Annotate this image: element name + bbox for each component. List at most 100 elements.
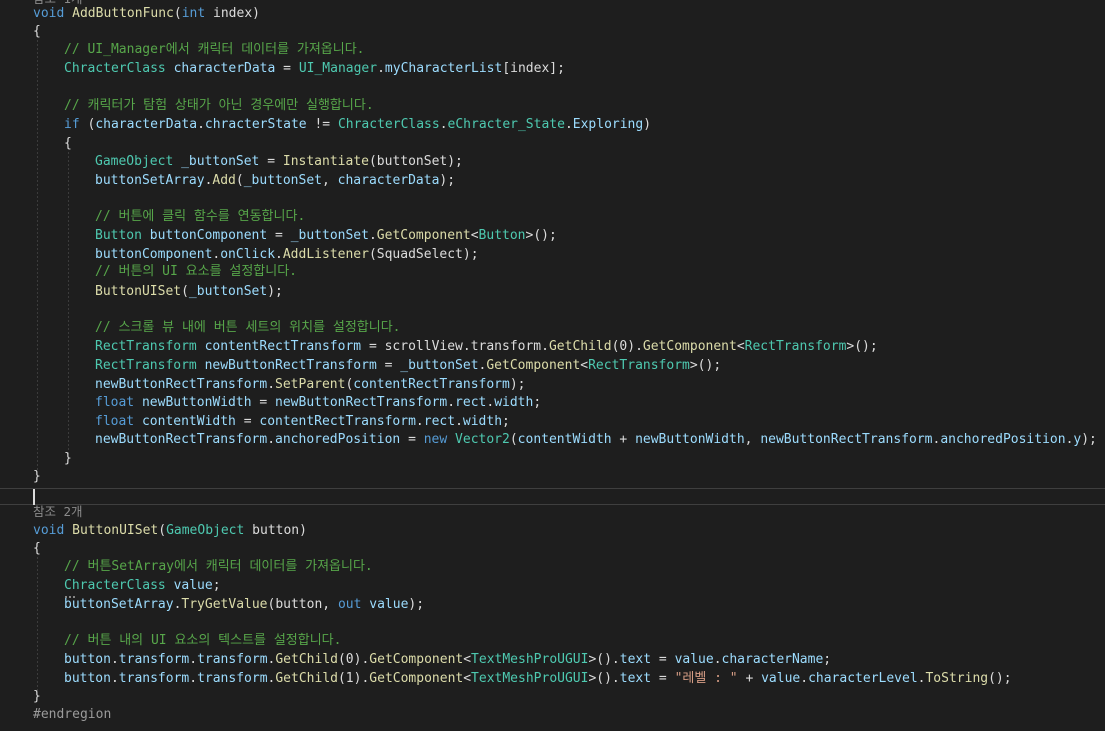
punctuation-token: >().: [588, 671, 620, 686]
code-line[interactable]: {: [64, 135, 72, 153]
punctuation-token: (: [173, 6, 182, 21]
identifier-token: contentRectTransform: [259, 414, 416, 429]
code-line[interactable]: }: [33, 468, 41, 486]
fold-margin[interactable]: [0, 0, 6, 731]
code-line[interactable]: // 버튼에 클릭 함수를 연동합니다.: [95, 208, 305, 226]
keyword-token: void: [33, 6, 65, 21]
code-line[interactable]: newButtonRectTransform.anchoredPosition …: [95, 431, 1097, 449]
code-line[interactable]: button.transform.transform.GetChild(0).G…: [64, 651, 831, 669]
punctuation-token: =: [235, 414, 260, 429]
punctuation-token: =: [376, 358, 401, 373]
identifier-token: newButtonWidth: [141, 395, 252, 410]
method-token: GetChild: [275, 671, 338, 686]
code-line[interactable]: // 버튼SetArray에서 캐릭터 데이터를 가져옵니다.: [64, 558, 373, 576]
code-line[interactable]: // UI_Manager에서 캐릭터 데이터를 가져옵니다.: [64, 41, 365, 59]
punctuation-token: (: [235, 173, 244, 188]
type-token: ChracterClass: [337, 117, 440, 132]
punctuation-token: =: [267, 228, 291, 243]
code-line[interactable]: buttonSetArray.TryGetValue(button, out v…: [64, 596, 424, 614]
type-token: Button: [478, 228, 526, 243]
punctuation-token: button): [244, 523, 307, 538]
punctuation-token: (: [509, 432, 518, 447]
code-line[interactable]: RectTransform contentRectTransform = scr…: [95, 338, 878, 356]
code-line[interactable]: #endregion: [33, 706, 111, 724]
code-line[interactable]: }: [33, 688, 41, 706]
code-line[interactable]: // 캐릭터가 탐험 상태가 아닌 경우에만 실행합니다.: [64, 97, 374, 115]
method-token: AddButtonFunc: [72, 6, 174, 21]
code-line[interactable]: // 버튼 내의 UI 요소의 텍스트를 설정합니다.: [64, 632, 341, 650]
code-line[interactable]: void ButtonUISet(GameObject button): [33, 522, 307, 540]
code-line[interactable]: RectTransform newButtonRectTransform = _…: [95, 357, 721, 375]
punctuation-token: );: [267, 284, 283, 299]
punctuation-token: <: [580, 358, 589, 373]
type-token: Vector2: [455, 432, 510, 447]
identifier-token: myCharacterList: [384, 61, 503, 76]
identifier-token: transform: [118, 671, 190, 686]
preprocessor-token: #endregion: [33, 707, 112, 722]
method-token: GetChild: [275, 652, 338, 667]
code-line[interactable]: ChracterClass characterData = UI_Manager…: [64, 60, 565, 78]
method-token: AddListener: [282, 247, 369, 262]
punctuation-token: .: [447, 395, 456, 410]
identifier-token: transform: [197, 652, 268, 667]
punctuation-token: [173, 154, 181, 169]
code-line[interactable]: ButtonUISet(_buttonSet);: [95, 283, 283, 301]
punctuation-token: ;: [502, 414, 510, 429]
identifier-token: anchoredPosition: [940, 432, 1066, 447]
punctuation-token: );: [1081, 432, 1097, 447]
code-line[interactable]: // 스크롤 뷰 내에 버튼 세트의 위치를 설정합니다.: [95, 319, 401, 337]
punctuation-token: [64, 6, 72, 21]
code-line[interactable]: }: [64, 450, 72, 468]
code-line[interactable]: ChracterClass value;: [64, 577, 221, 595]
code-line[interactable]: Button buttonComponent = _buttonSet.GetC…: [95, 227, 557, 245]
code-line[interactable]: float newButtonWidth = newButtonRectTran…: [95, 394, 541, 412]
code-line[interactable]: GameObject _buttonSet = Instantiate(butt…: [95, 153, 463, 171]
punctuation-token: .: [415, 414, 424, 429]
identifier-token: onClick: [220, 247, 276, 262]
identifier-token: characterData: [173, 61, 276, 76]
code-line[interactable]: buttonComponent.onClick.AddListener(Squa…: [95, 246, 479, 264]
method-token: GetChild: [548, 339, 612, 354]
code-line[interactable]: void AddButtonFunc(int index): [33, 5, 260, 23]
code-line[interactable]: if (characterData.chracterState != Chrac…: [64, 116, 651, 134]
code-lens-references[interactable]: 참조 2개: [33, 503, 83, 521]
identifier-token: button: [64, 652, 111, 667]
code-line[interactable]: {: [33, 540, 41, 558]
identifier-token: width: [462, 414, 503, 429]
code-line[interactable]: float contentWidth = contentRectTransfor…: [95, 413, 510, 431]
code-line[interactable]: // 버튼의 UI 요소를 설정합니다.: [95, 263, 297, 281]
punctuation-token: =: [251, 395, 276, 410]
keyword-token: out: [337, 597, 362, 612]
punctuation-token: ;: [212, 578, 221, 593]
indent-guide: [37, 557, 38, 691]
punctuation-token: .: [110, 652, 119, 667]
code-line[interactable]: {: [33, 23, 41, 41]
punctuation-token: (1).: [337, 671, 370, 686]
punctuation-token: <: [463, 671, 472, 686]
identifier-token: buttonComponent: [149, 228, 268, 243]
code-line[interactable]: newButtonRectTransform.SetParent(content…: [95, 376, 526, 394]
type-token: ChracterClass: [64, 61, 166, 76]
identifier-token: text: [619, 671, 652, 686]
keyword-token: float: [95, 395, 135, 410]
identifier-token: newButtonRectTransform: [204, 358, 377, 373]
code-line[interactable]: button.transform.transform.GetChild(1).G…: [64, 670, 1012, 688]
comment-token: // 캐릭터가 탐험 상태가 아닌 경우에만 실행합니다.: [64, 98, 374, 113]
punctuation-token: !=: [306, 117, 338, 132]
method-token: GetComponent: [369, 671, 464, 686]
punctuation-token: }: [33, 689, 41, 704]
punctuation-token: >();: [525, 228, 557, 243]
punctuation-token: .: [267, 432, 276, 447]
code-editor[interactable]: 참조 1개 void AddButtonFunc(int index) { //…: [0, 0, 1105, 731]
method-token: GetComponent: [642, 339, 737, 354]
type-token: GameObject: [95, 154, 174, 169]
code-line[interactable]: buttonSetArray.Add(_buttonSet, character…: [95, 172, 455, 190]
punctuation-token: >();: [689, 358, 722, 373]
identifier-token: newButtonRectTransform: [95, 377, 268, 392]
comment-token: // 버튼의 UI 요소를 설정합니다.: [95, 264, 298, 279]
keyword-token: new: [423, 432, 448, 447]
identifier-token: newButtonRectTransform: [760, 432, 933, 447]
method-token: Add: [212, 173, 236, 188]
type-token: RectTransform: [744, 339, 847, 354]
punctuation-token: +: [737, 671, 762, 686]
